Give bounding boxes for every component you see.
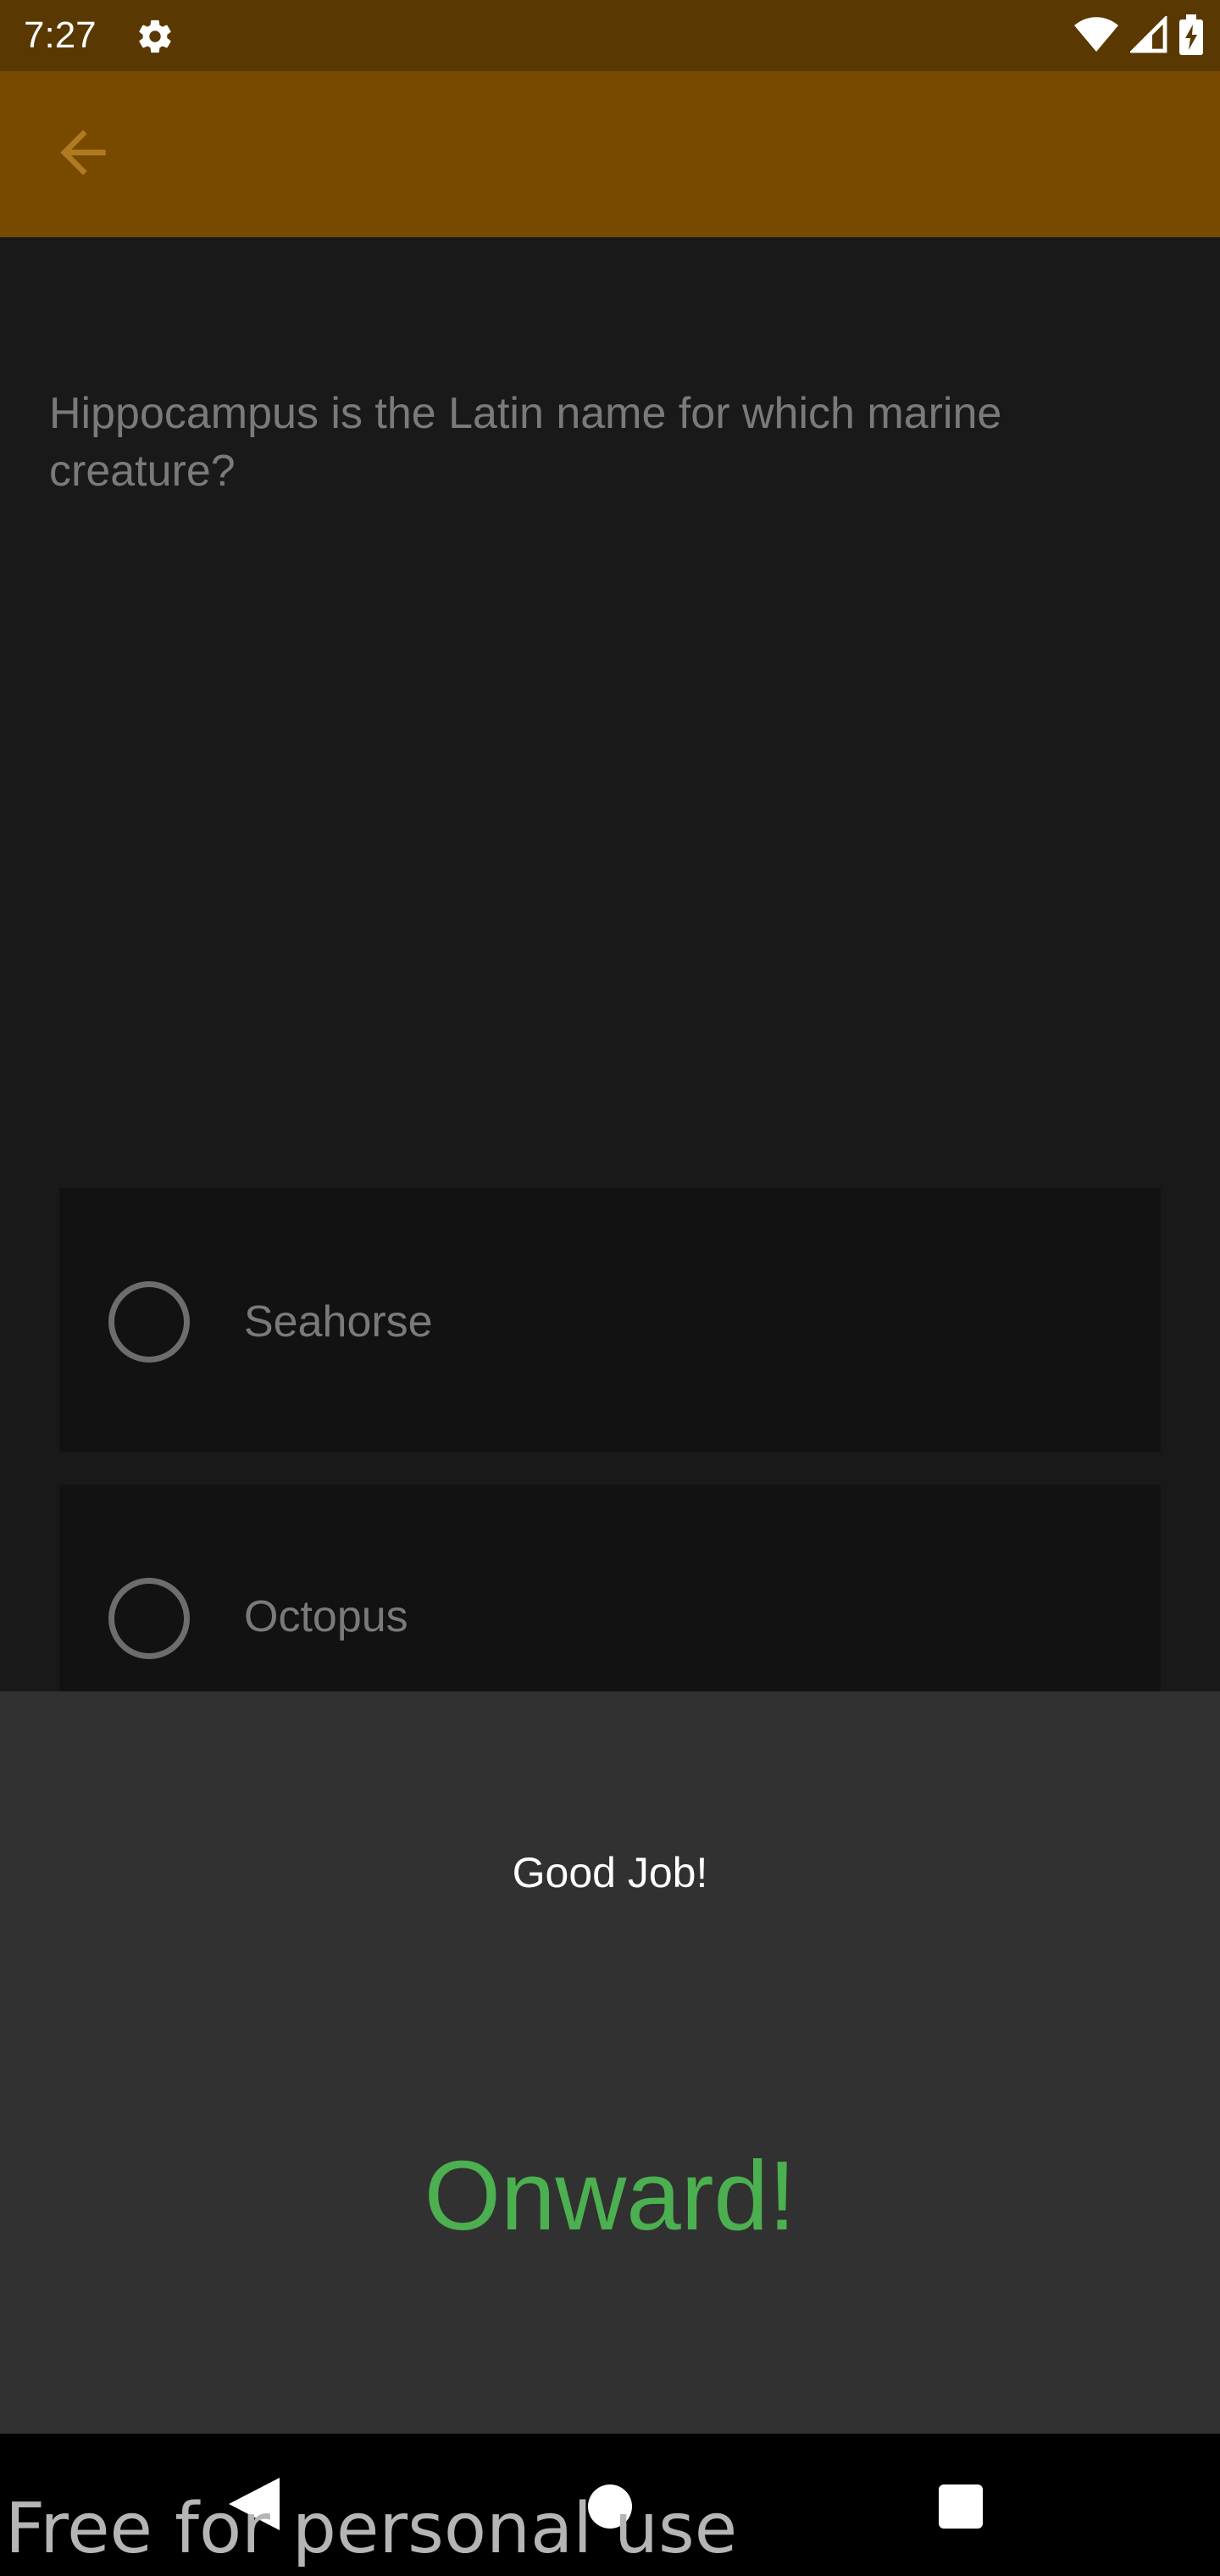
status-time: 7:27 — [24, 14, 97, 56]
battery-charging-icon — [1179, 14, 1203, 59]
recents-square-icon[interactable] — [939, 2484, 983, 2529]
radio-button[interactable] — [108, 1281, 190, 1363]
question-text: Hippocampus is the Latin name for which … — [49, 389, 1002, 496]
option-label: Octopus — [244, 1592, 408, 1641]
status-icons — [1074, 14, 1203, 59]
arrow-left-icon — [49, 119, 117, 191]
onward-button[interactable]: Onward! — [356, 2124, 864, 2268]
signal-icon — [1128, 14, 1167, 58]
result-sheet: Good Job! Onward! — [0, 1691, 1220, 2434]
radio-button[interactable] — [108, 1578, 190, 1659]
option-label: Seahorse — [244, 1297, 433, 1346]
answer-option-octopus[interactable]: Octopus — [59, 1485, 1161, 1691]
app-bar — [0, 71, 1220, 237]
gear-icon — [136, 17, 175, 56]
status-bar: 7:27 — [0, 0, 1220, 71]
answer-option-seahorse[interactable]: Seahorse — [59, 1188, 1161, 1452]
back-button[interactable] — [37, 108, 129, 200]
watermark-text: Free for personal use — [5, 2489, 738, 2569]
result-message: Good Job! — [512, 1849, 708, 1896]
wifi-icon — [1074, 16, 1118, 58]
